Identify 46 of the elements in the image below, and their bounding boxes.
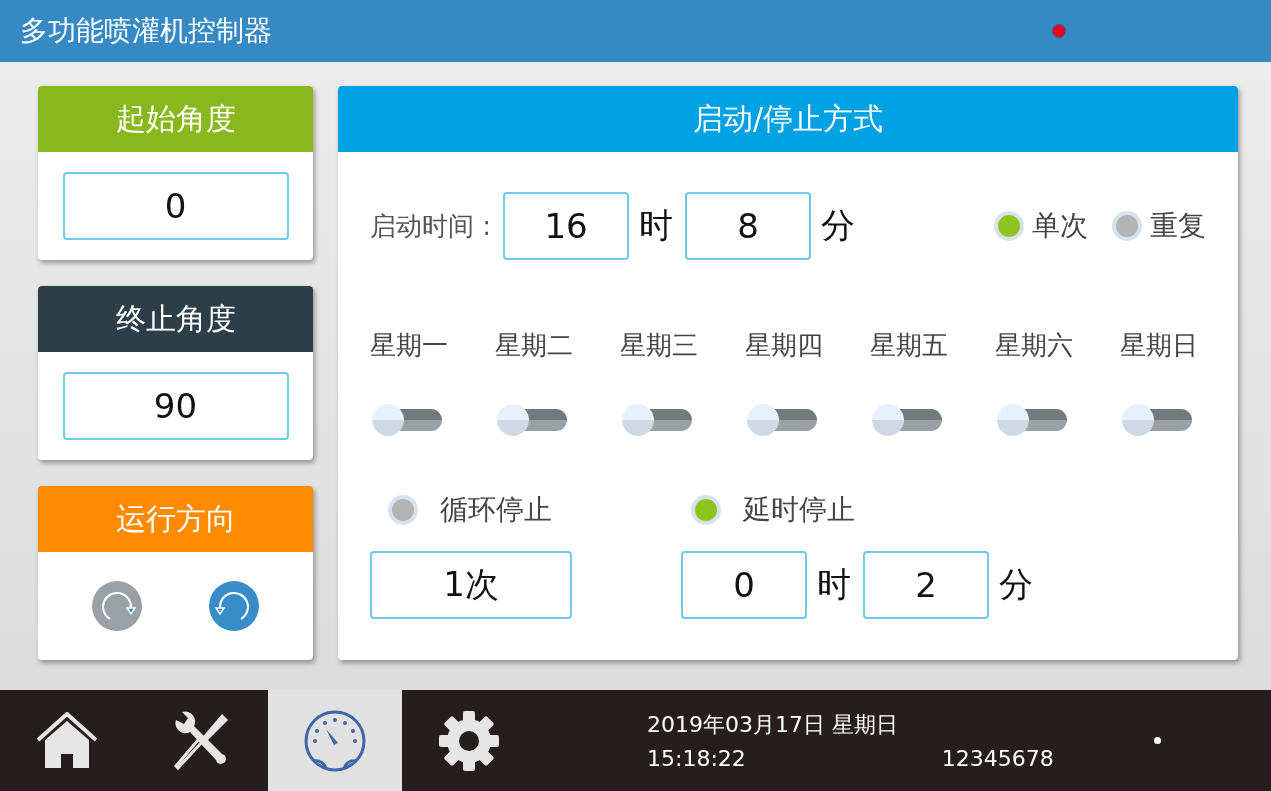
toggle-switch[interactable] — [372, 403, 442, 437]
counterclockwise-rotate-icon[interactable] — [209, 581, 260, 631]
hour-field[interactable]: 0 — [681, 551, 807, 619]
gauge-icon — [304, 708, 366, 773]
code-text: 12345678 — [941, 746, 1054, 771]
unit-label: 时 — [639, 204, 675, 247]
toggle-switch[interactable] — [747, 403, 817, 437]
weekday-label: 星期一 — [370, 329, 448, 362]
toggle-switch[interactable] — [1122, 403, 1192, 437]
start-time-label: 启动时间 : — [370, 209, 492, 243]
radio-option[interactable]: 延时停止 — [681, 491, 1045, 529]
card-header: 运行方向 — [38, 486, 313, 552]
input-field[interactable]: 0 — [62, 172, 289, 240]
card-header: 终止角度 — [38, 286, 313, 352]
hour-field[interactable]: 16 — [503, 192, 630, 260]
date-text: 2019年03月17日 星期日 — [647, 711, 899, 739]
minute-field[interactable]: 2 — [863, 551, 989, 619]
weekday-label: 星期三 — [620, 329, 698, 362]
panel-header: 启动/停止方式 — [338, 86, 1238, 152]
status-dot-icon — [1052, 24, 1066, 38]
minute-field[interactable]: 8 — [685, 192, 812, 260]
unit-label: 分 — [999, 563, 1034, 606]
weekday-label: 星期二 — [495, 329, 573, 362]
input-field[interactable]: 90 — [62, 372, 289, 440]
weekday-label: 星期日 — [1120, 329, 1198, 362]
weekday-label: 星期五 — [870, 329, 948, 362]
unit-label: 时 — [817, 563, 852, 606]
toggle-switch[interactable] — [497, 403, 567, 437]
weekday-label: 星期四 — [745, 329, 823, 362]
toggle-switch[interactable] — [872, 403, 942, 437]
toggle-switch[interactable] — [622, 403, 692, 437]
time-text: 15:18:22 — [647, 746, 746, 771]
radio-option[interactable]: 循环停止 — [388, 491, 552, 529]
home-icon — [36, 711, 98, 770]
weekday-label: 星期六 — [995, 329, 1073, 362]
app-title: 多功能喷灌机控制器 — [20, 13, 272, 49]
card-header: 起始角度 — [38, 86, 313, 152]
clockwise-rotate-icon[interactable] — [91, 581, 142, 631]
dot-icon — [1153, 737, 1161, 744]
radio-option[interactable]: 重复 — [1112, 207, 1206, 245]
gauge-tab[interactable] — [268, 690, 402, 791]
unit-label: 分 — [821, 204, 857, 247]
cycle-count-field[interactable]: 1次 — [370, 551, 572, 619]
toggle-switch[interactable] — [997, 403, 1067, 437]
radio-option[interactable]: 单次 — [994, 207, 1088, 245]
settings-icon — [438, 708, 500, 773]
